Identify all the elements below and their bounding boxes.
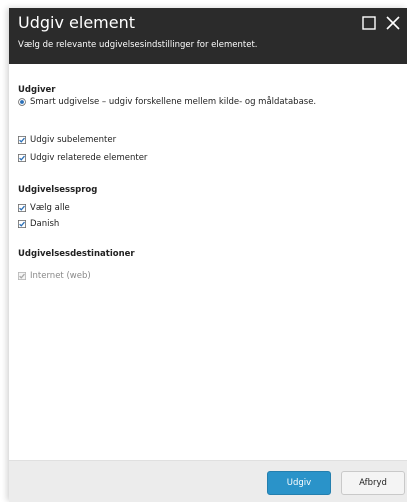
language-label: Danish	[30, 219, 60, 229]
publish-subitems-option[interactable]: Udgiv subelementer	[18, 134, 116, 146]
languages-heading: Udgivelsessprog	[18, 185, 98, 195]
publish-related-label: Udgiv relaterede elementer	[30, 153, 148, 163]
checkbox-checked-disabled-icon	[18, 272, 26, 280]
publish-related-option[interactable]: Udgiv relaterede elementer	[18, 152, 147, 164]
checkbox-checked-icon[interactable]	[18, 154, 26, 162]
smart-publish-label: Smart udgivelse – udgiv forskellene mell…	[30, 97, 317, 107]
close-button[interactable]	[385, 15, 401, 31]
target-option-internet: Internet (web)	[18, 270, 91, 282]
square-maximize-icon	[362, 16, 376, 30]
checkbox-checked-icon[interactable]	[18, 220, 26, 228]
smart-publish-option[interactable]: Smart udgivelse – udgiv forskellene mell…	[18, 96, 316, 108]
select-all-label: Vælg alle	[30, 203, 70, 213]
checkbox-checked-icon[interactable]	[18, 136, 26, 144]
select-all-languages-option[interactable]: Vælg alle	[18, 202, 70, 214]
dialog-title: Udgiv element	[18, 13, 135, 32]
publisher-heading: Udgiver	[18, 85, 56, 95]
targets-heading: Udgivelsesdestinationer	[18, 249, 135, 259]
dialog-subtitle: Vælg de relevante udgivelsesindstillinge…	[18, 40, 258, 50]
maximize-button[interactable]	[361, 15, 377, 31]
target-label: Internet (web)	[30, 271, 91, 281]
radio-selected-icon[interactable]	[18, 98, 26, 106]
publish-button[interactable]: Udgiv	[267, 471, 331, 495]
dialog-footer: Udgiv Afbryd	[9, 460, 407, 502]
dialog-header: Udgiv element Vælg de relevante udgivels…	[9, 8, 407, 64]
cancel-button[interactable]: Afbryd	[341, 471, 405, 495]
publish-dialog: Udgiv element Vælg de relevante udgivels…	[9, 8, 407, 502]
publish-subitems-label: Udgiv subelementer	[30, 135, 117, 145]
checkbox-checked-icon[interactable]	[18, 204, 26, 212]
x-close-icon	[386, 16, 400, 30]
language-option-danish[interactable]: Danish	[18, 218, 59, 230]
